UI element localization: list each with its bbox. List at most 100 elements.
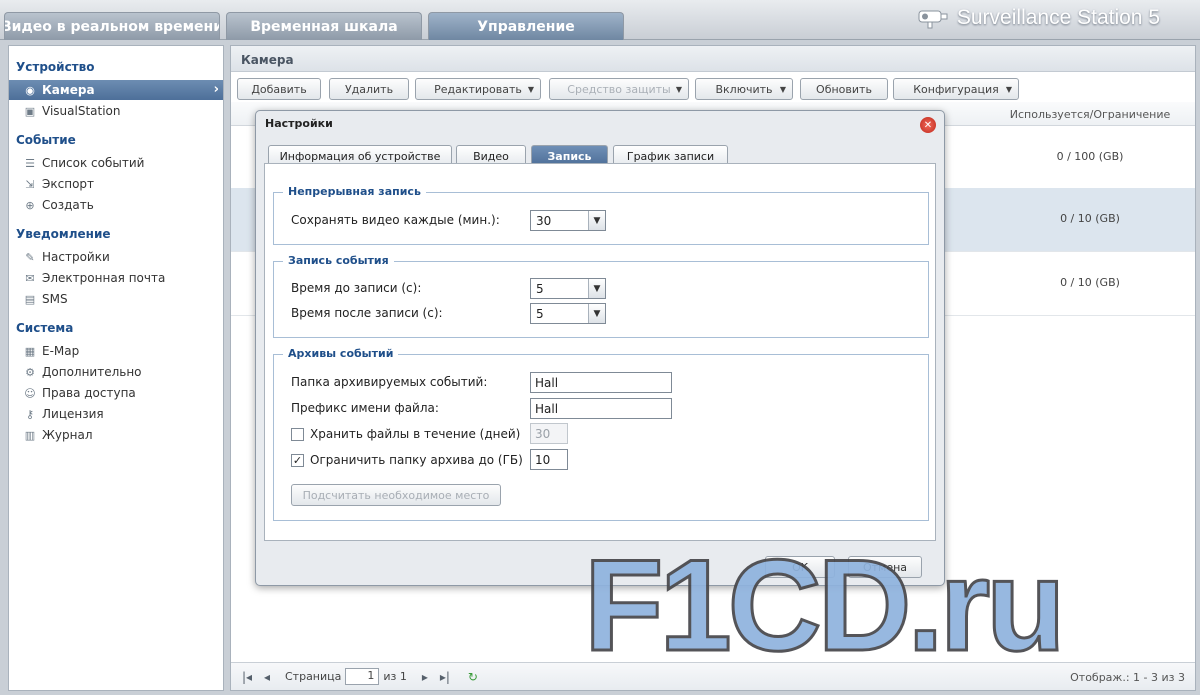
sidebar-item-emap[interactable]: ▦ E-Map — [9, 341, 223, 361]
edit-label: Редактировать — [434, 82, 522, 96]
fieldset-legend: Архивы событий — [283, 347, 399, 360]
chevron-down-icon: ▼ — [588, 211, 605, 230]
brand-logo: Surveillance Station 5 — [917, 6, 1160, 30]
post-record-label: Время после записи (с): — [291, 306, 443, 320]
limit-folder-label: Ограничить папку архива до (ГБ) — [310, 453, 523, 467]
sidebar-item-label: SMS — [42, 292, 68, 306]
sidebar-section-device: Устройство — [16, 60, 95, 74]
sidebar-item-log[interactable]: ▥ Журнал — [9, 425, 223, 445]
keep-files-label: Хранить файлы в течение (дней) — [310, 427, 521, 441]
protection-button[interactable]: Средство защиты ▼ — [549, 78, 689, 100]
tab-management[interactable]: Управление — [428, 12, 624, 40]
calculate-space-button[interactable]: Подсчитать необходимое место — [291, 484, 501, 506]
refresh-button[interactable]: Обновить — [800, 78, 888, 100]
delete-button[interactable]: Удалить — [329, 78, 409, 100]
segment-interval-value: 30 — [536, 214, 552, 228]
sidebar-item-label: Лицензия — [42, 407, 104, 421]
page-label: Страница — [285, 670, 342, 683]
sidebar-item-label: Права доступа — [42, 386, 136, 400]
keep-days-input[interactable]: 30 — [530, 423, 568, 444]
limit-gb-input[interactable]: 10 — [530, 449, 568, 470]
prev-page-icon[interactable]: ◂ — [257, 670, 277, 684]
file-prefix-label: Префикс имени файла: — [291, 401, 439, 415]
add-button[interactable]: Добавить — [237, 78, 321, 100]
chevron-down-icon: ▼ — [588, 279, 605, 298]
sidebar-item-access[interactable]: ☺ Права доступа — [9, 383, 223, 403]
sidebar-section-event: Событие — [16, 133, 76, 147]
mail-icon: ✉ — [25, 271, 35, 285]
sidebar-item-label: Настройки — [42, 250, 110, 264]
archive-folder-label: Папка архивируемых событий: — [291, 375, 488, 389]
next-page-icon[interactable]: ▸ — [415, 670, 435, 684]
chevron-down-icon: ▼ — [527, 84, 534, 94]
sidebar-section-notification: Уведомление — [16, 227, 111, 241]
chevron-down-icon: ▼ — [588, 304, 605, 323]
fieldset-legend: Непрерывная запись — [283, 185, 426, 198]
pre-record-value: 5 — [536, 282, 544, 296]
chevron-down-icon: ▼ — [1005, 84, 1012, 94]
sidebar: Устройство ◉ Камера › ▣ VisualStation Событ… — [8, 45, 224, 691]
page-title: Камера — [231, 46, 1195, 72]
tab-timeline[interactable]: Временная шкала — [226, 12, 422, 40]
sidebar-item-sms[interactable]: ▤ SMS — [9, 289, 223, 309]
fieldset-legend: Запись события — [283, 254, 394, 267]
sidebar-item-label: Дополнительно — [42, 365, 142, 379]
sidebar-item-label: Создать — [42, 198, 94, 212]
sidebar-item-create[interactable]: ⊕ Создать — [9, 195, 223, 215]
sidebar-item-email[interactable]: ✉ Электронная почта — [9, 268, 223, 288]
settings-dialog: Настройки ✕ Информация об устройстве Вид… — [255, 110, 945, 586]
watermark: F1CD.ru — [583, 532, 1068, 678]
protection-label: Средство защиты — [567, 82, 671, 96]
map-icon: ▦ — [24, 344, 36, 358]
sidebar-item-camera[interactable]: ◉ Камера › — [9, 80, 223, 100]
enable-label: Включить — [715, 82, 773, 96]
page-of-label: из 1 — [383, 670, 407, 683]
post-record-value: 5 — [536, 307, 544, 321]
edit-button[interactable]: Редактировать ▼ — [415, 78, 541, 100]
tab-live-view[interactable]: Видео в реальном времени — [4, 12, 220, 40]
configuration-label: Конфигурация — [913, 82, 999, 96]
sidebar-item-visualstation[interactable]: ▣ VisualStation — [9, 101, 223, 121]
close-icon[interactable]: ✕ — [920, 117, 936, 133]
export-icon: ⇲ — [25, 177, 35, 191]
sidebar-item-settings[interactable]: ✎ Настройки — [9, 247, 223, 267]
configuration-button[interactable]: Конфигурация ▼ — [893, 78, 1019, 100]
sidebar-item-export[interactable]: ⇲ Экспорт — [9, 174, 223, 194]
create-icon: ⊕ — [25, 198, 35, 212]
sidebar-item-label: Журнал — [42, 428, 93, 442]
book-icon: ▥ — [24, 428, 36, 442]
list-icon: ☰ — [25, 156, 35, 170]
visualstation-icon: ▣ — [24, 104, 36, 118]
page-input[interactable]: 1 — [345, 668, 380, 685]
sidebar-item-label: Электронная почта — [42, 271, 166, 285]
chevron-down-icon: ▼ — [675, 84, 682, 94]
gear-icon: ⚙ — [25, 365, 35, 379]
sidebar-item-advanced[interactable]: ⚙ Дополнительно — [9, 362, 223, 382]
keep-files-checkbox[interactable] — [291, 428, 304, 441]
sidebar-item-event-list[interactable]: ☰ Список событий — [9, 153, 223, 173]
fieldset-event-archive: Архивы событий Папка архивируемых событи… — [273, 347, 929, 521]
post-record-select[interactable]: 5 ▼ — [530, 303, 606, 324]
enable-button[interactable]: Включить ▼ — [695, 78, 793, 100]
usage-cell: 0 / 10 (GB) — [1060, 276, 1120, 289]
sidebar-item-label: Камера — [42, 83, 95, 97]
column-usage[interactable]: Используется/Ограничение — [985, 108, 1195, 121]
pre-record-select[interactable]: 5 ▼ — [530, 278, 606, 299]
sidebar-item-license[interactable]: ⚷ Лицензия — [9, 404, 223, 424]
usage-cell: 0 / 100 (GB) — [1056, 150, 1124, 163]
segment-interval-select[interactable]: 30 ▼ — [530, 210, 606, 231]
last-page-icon[interactable]: ▸| — [435, 670, 455, 684]
sms-icon: ▤ — [24, 292, 36, 306]
sidebar-item-label: Список событий — [42, 156, 145, 170]
camera-logo-icon — [918, 10, 948, 29]
usage-cell: 0 / 10 (GB) — [1060, 212, 1120, 225]
segment-interval-label: Сохранять видео каждые (мин.): — [291, 213, 500, 227]
limit-folder-checkbox[interactable]: ✓ — [291, 454, 304, 467]
archive-folder-input[interactable]: Hall — [530, 372, 672, 393]
brand-title: Surveillance Station 5 — [956, 6, 1160, 29]
camera-icon: ◉ — [25, 83, 35, 97]
file-prefix-input[interactable]: Hall — [530, 398, 672, 419]
refresh-icon[interactable]: ↻ — [463, 670, 483, 684]
first-page-icon[interactable]: |◂ — [237, 670, 257, 684]
chevron-down-icon: ▼ — [779, 84, 786, 94]
